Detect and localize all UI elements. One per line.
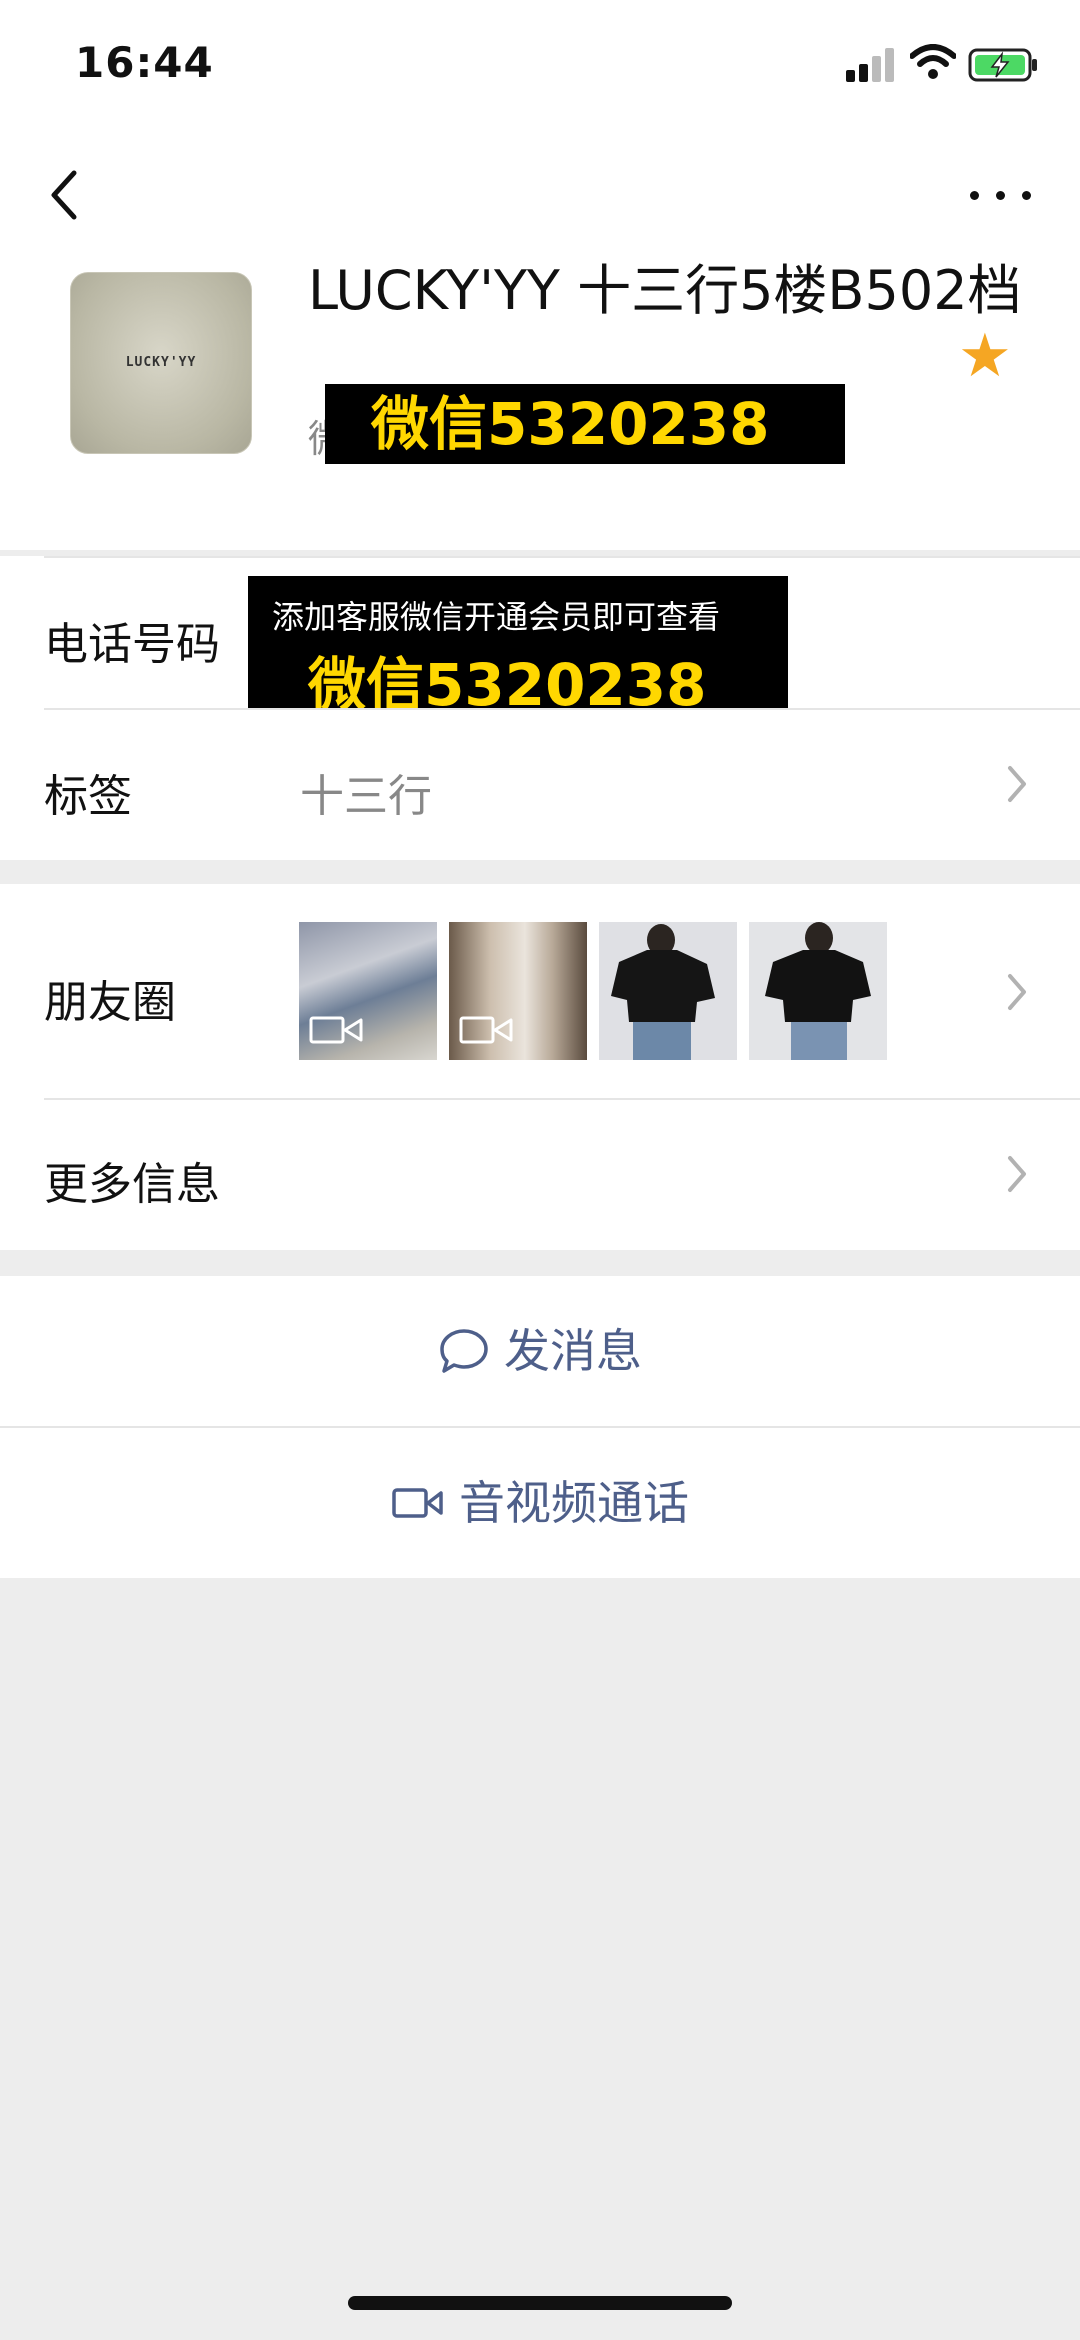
tags-row[interactable]: 标签 十三行 [0, 708, 1080, 860]
more-info-row[interactable]: 更多信息 [0, 1098, 1080, 1250]
chevron-right-icon [1008, 974, 1026, 1010]
video-camera-icon [459, 1016, 513, 1044]
video-camera-icon [392, 1488, 443, 1518]
status-bar: 16:44 [0, 0, 1080, 130]
chat-bubble-icon [440, 1329, 488, 1373]
status-time: 16:44 [75, 38, 214, 87]
wifi-icon [910, 44, 956, 79]
home-indicator[interactable] [348, 2296, 732, 2310]
battery-charging-icon [968, 48, 1037, 82]
photo-black-tshirt [749, 922, 887, 1060]
video-camera-icon [309, 1016, 363, 1044]
photo-black-tshirt [599, 922, 737, 1060]
moment-thumbnail[interactable] [299, 922, 437, 1060]
phone-label: 电话号码 [44, 619, 220, 670]
tags-label: 标签 [44, 771, 132, 822]
back-chevron-icon[interactable] [40, 165, 90, 225]
more-info-label: 更多信息 [44, 1159, 220, 1210]
avatar[interactable]: LUCKY'YY [70, 272, 252, 454]
moments-label: 朋友圈 [44, 977, 176, 1028]
more-dots-icon[interactable] [970, 180, 1040, 210]
chevron-right-icon [1008, 1156, 1026, 1192]
send-message-button[interactable]: 发消息 [0, 1276, 1080, 1426]
moment-thumbnail[interactable] [749, 922, 887, 1060]
profile-header: LUCKY'YY LUCKY'YY 十三行5楼B502档 ★ 微 微信53202… [0, 130, 1080, 550]
signal-bars-icon [846, 48, 896, 82]
chevron-right-icon [1008, 766, 1026, 802]
video-call-button[interactable]: 音视频通话 [0, 1428, 1080, 1578]
contact-name: LUCKY'YY 十三行5楼B502档 [308, 259, 1022, 322]
tags-value: 十三行 [300, 771, 432, 822]
video-call-label: 音视频通话 [459, 1476, 689, 1530]
star-icon: ★ [958, 321, 1012, 391]
send-message-label: 发消息 [504, 1324, 642, 1378]
moment-thumbnail[interactable] [599, 922, 737, 1060]
phone-overlay-banner: 添加客服微信开通会员即可查看 微信5320238 [248, 576, 788, 722]
wechat-overlay-banner: 微信5320238 [325, 384, 845, 464]
phone-overlay-line1: 添加客服微信开通会员即可查看 [272, 598, 721, 636]
moment-thumbnail[interactable] [449, 922, 587, 1060]
avatar-logo-text: LUCKY'YY [125, 355, 197, 370]
